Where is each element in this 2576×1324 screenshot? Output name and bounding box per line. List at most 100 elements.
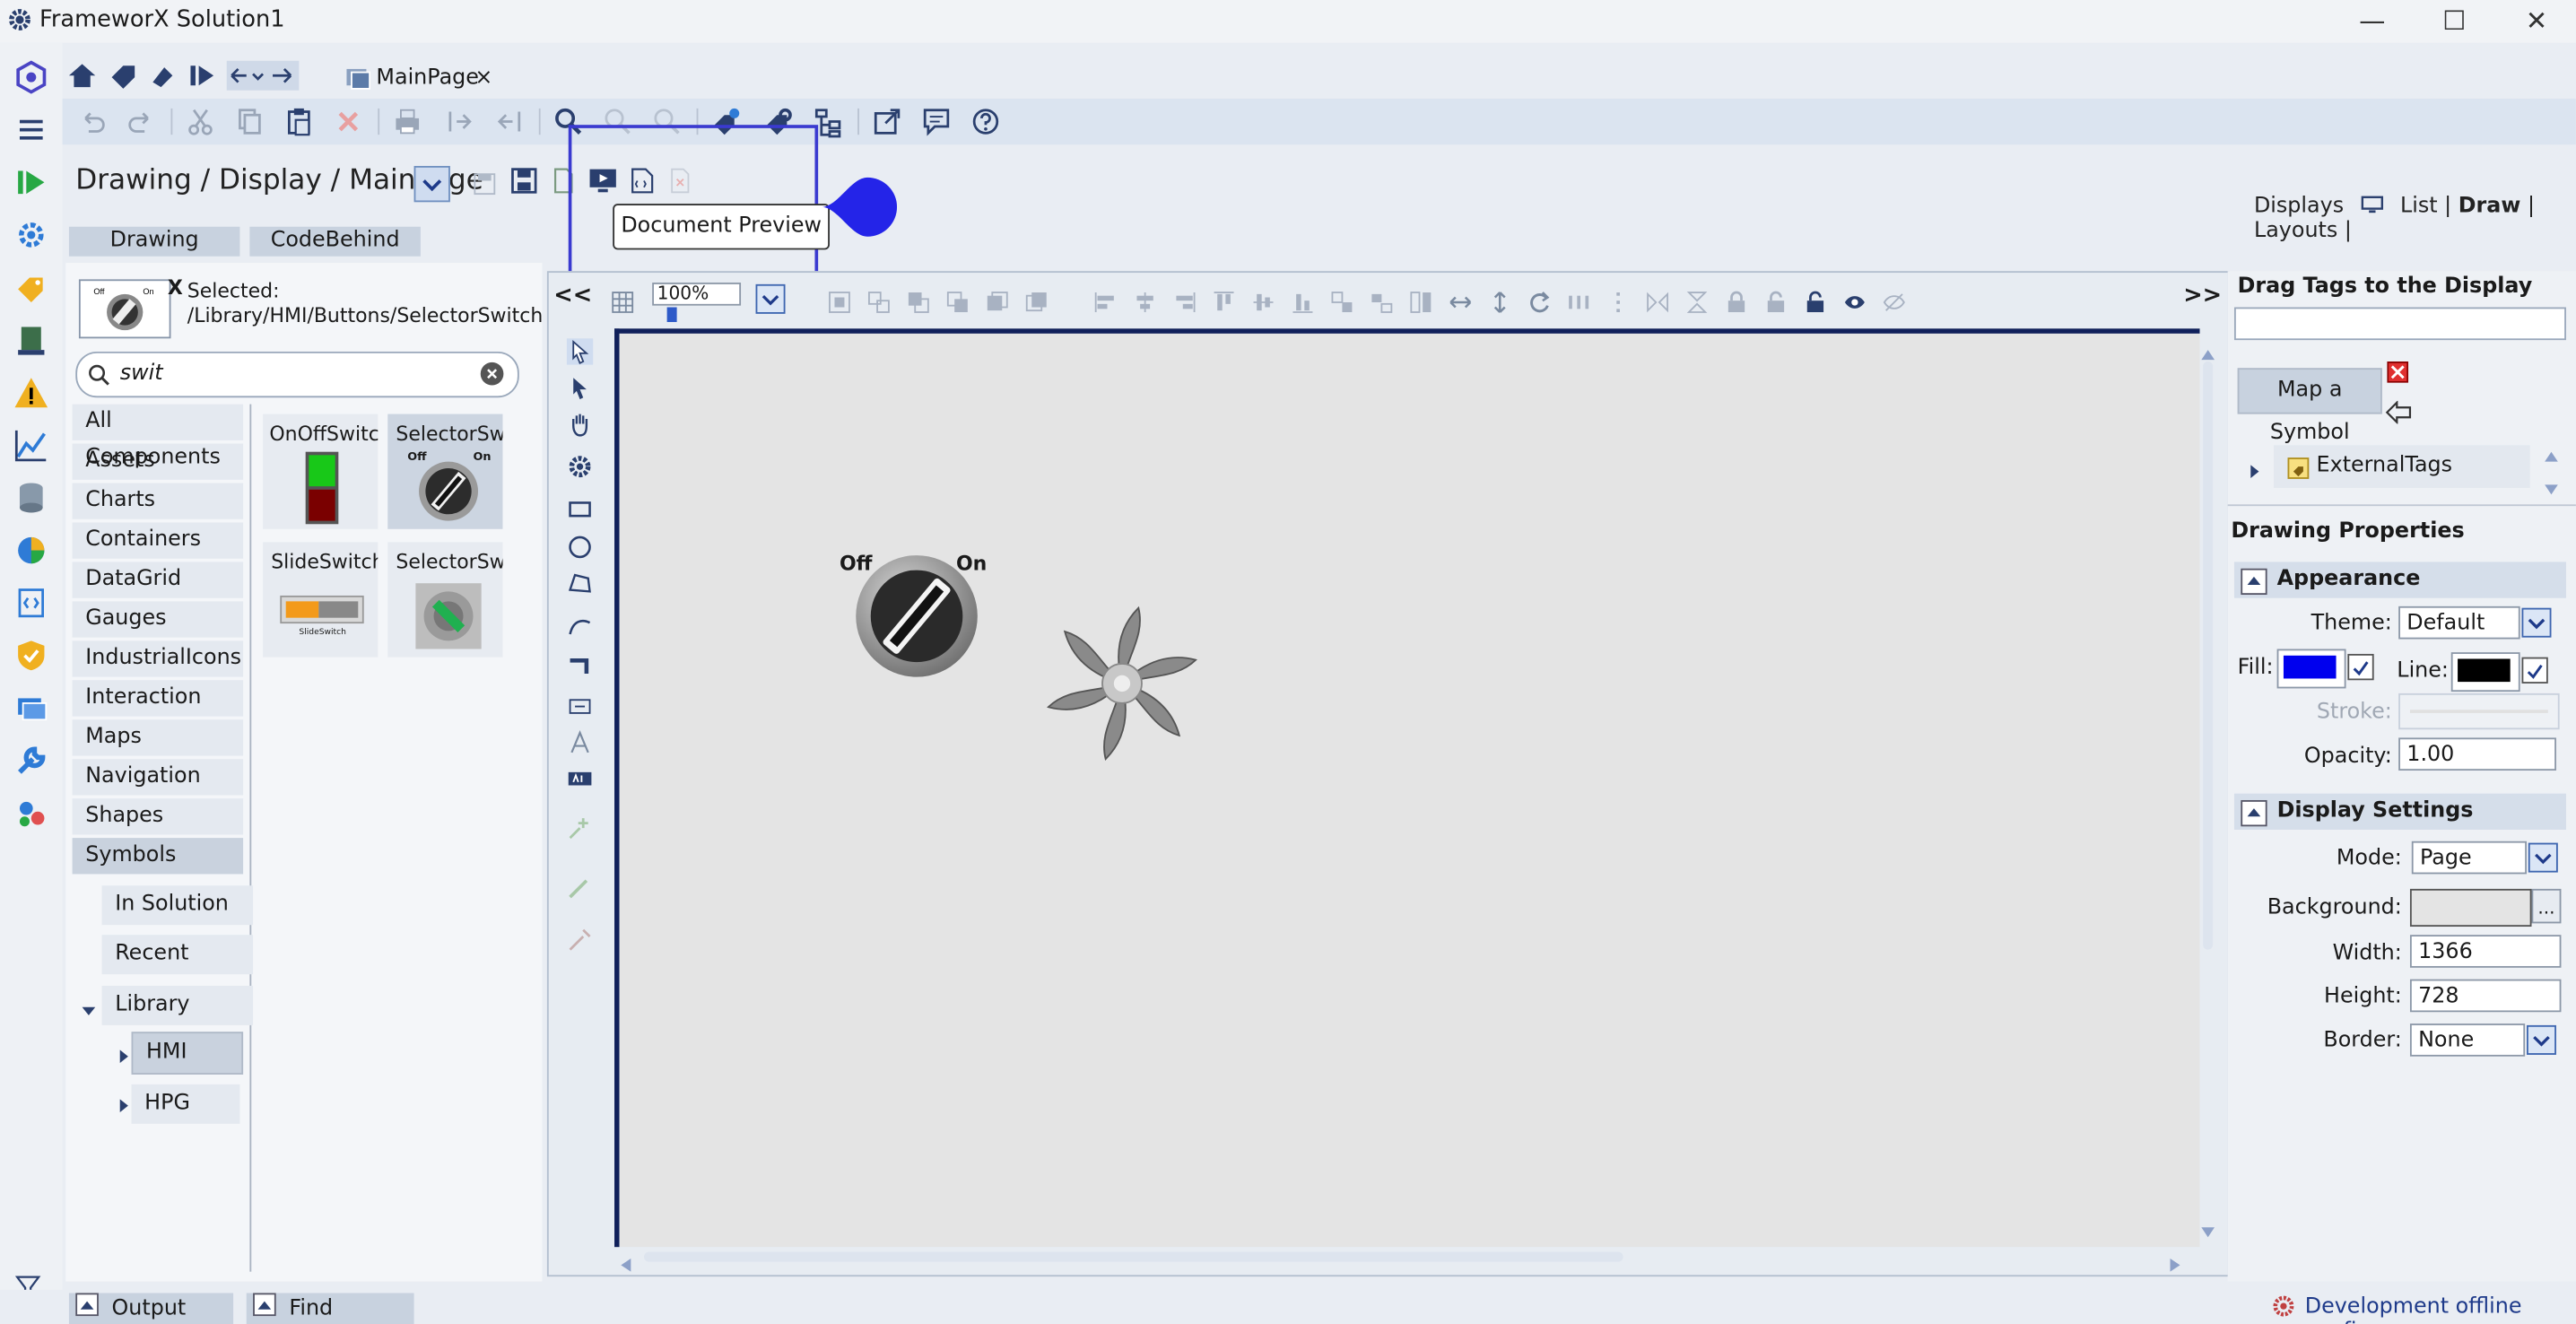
textbox-tool-icon[interactable] <box>567 693 593 719</box>
component-gear-icon[interactable] <box>567 454 593 480</box>
symbol-selectorswitch[interactable]: SelectorSw Off On <box>387 414 503 529</box>
direct-select-icon[interactable] <box>567 375 593 401</box>
reports-pie-icon[interactable] <box>13 532 49 568</box>
group-icon[interactable] <box>828 289 851 313</box>
home-icon[interactable] <box>65 63 99 89</box>
tree-scroll-down-icon[interactable] <box>2543 474 2559 495</box>
border-select[interactable]: None <box>2409 1023 2526 1057</box>
polygon-tool-icon[interactable] <box>567 571 593 597</box>
maximize-button[interactable]: ☐ <box>2422 4 2487 39</box>
doc-tab-close-button[interactable]: × <box>474 65 492 90</box>
external-tags-node[interactable]: ExternalTags <box>2273 445 2530 488</box>
export-icon[interactable] <box>492 105 526 138</box>
save-all-icon[interactable] <box>511 168 537 194</box>
chevron-right-icon[interactable] <box>115 1041 131 1064</box>
bring-forward-icon[interactable] <box>986 289 1009 312</box>
fan-symbol[interactable] <box>1043 603 1201 763</box>
remove-connection-icon[interactable] <box>567 927 593 953</box>
run-startup-icon[interactable] <box>187 63 217 89</box>
redo-icon[interactable] <box>125 105 158 138</box>
collapse-left-button[interactable]: << <box>553 283 592 309</box>
edit-connection-icon[interactable] <box>567 874 593 900</box>
align-center-icon[interactable] <box>1134 289 1157 313</box>
displays-icon[interactable] <box>13 690 49 726</box>
component-search[interactable]: swit <box>75 351 519 398</box>
tab-codebehind[interactable]: CodeBehind <box>249 226 421 257</box>
unlock-all-icon[interactable] <box>1804 289 1827 313</box>
ellipse-tool-icon[interactable] <box>567 534 593 560</box>
background-color-picker[interactable] <box>2409 888 2532 928</box>
mode-select[interactable]: Page <box>2411 841 2528 875</box>
paint-icon[interactable] <box>148 63 178 89</box>
devices-icon[interactable] <box>13 322 49 358</box>
security-shield-icon[interactable] <box>13 638 49 674</box>
displays-list-link[interactable]: List <box>2400 194 2438 218</box>
fill-checkbox[interactable] <box>2347 653 2374 681</box>
scroll-left-icon[interactable] <box>618 1249 634 1272</box>
stroke-style-select[interactable] <box>2398 692 2560 730</box>
ungroup-icon[interactable] <box>867 289 891 313</box>
tag-icon[interactable] <box>109 63 138 89</box>
library-hmi[interactable]: HMI <box>131 1032 244 1075</box>
opacity-input[interactable]: 1.00 <box>2398 737 2556 771</box>
bring-front-icon[interactable] <box>907 289 930 313</box>
appearance-section-header[interactable]: Appearance <box>2233 562 2566 598</box>
align-middle-icon[interactable] <box>1252 289 1275 312</box>
drawing-canvas[interactable]: Off On <box>614 328 2200 1248</box>
menu-icon[interactable] <box>13 112 49 148</box>
solution-cube-icon[interactable] <box>13 59 49 95</box>
category-item[interactable]: Gauges <box>72 601 244 638</box>
scroll-down-icon[interactable] <box>2200 1215 2216 1238</box>
horizontal-scrollbar[interactable] <box>643 1251 1623 1262</box>
delete-icon[interactable] <box>332 105 365 138</box>
scroll-right-icon[interactable] <box>2167 1249 2183 1272</box>
dev-config-status[interactable]: Development offline config <box>2305 1294 2576 1324</box>
doc-tab-mainpage[interactable]: MainPage <box>376 65 479 90</box>
library-hpg[interactable]: HPG <box>131 1084 240 1124</box>
width-input[interactable]: 1366 <box>2409 935 2562 968</box>
pan-hand-icon[interactable] <box>567 411 593 437</box>
zoom-input[interactable]: 100% <box>652 283 742 306</box>
label-tool-icon[interactable] <box>567 766 593 792</box>
same-width-icon[interactable] <box>1371 289 1394 313</box>
scripts-code-icon[interactable] <box>13 585 49 621</box>
align-left-icon[interactable] <box>1094 289 1118 313</box>
line-checkbox[interactable] <box>2521 657 2548 684</box>
align-right-icon[interactable] <box>1173 289 1197 313</box>
tools-wrench-icon[interactable] <box>13 743 49 779</box>
flip-vertical-icon[interactable] <box>1488 289 1511 313</box>
fill-color-picker[interactable] <box>2276 649 2346 689</box>
extensions-gears-icon[interactable] <box>13 795 49 831</box>
hide-eye-icon[interactable] <box>1883 289 1906 312</box>
collapse-toggle-icon[interactable] <box>2241 568 2267 596</box>
save-icon[interactable] <box>474 170 497 196</box>
select-pointer-icon[interactable] <box>566 338 594 365</box>
mirror-vertical-icon[interactable] <box>1685 289 1709 313</box>
copy-icon[interactable] <box>233 105 266 138</box>
import-icon[interactable] <box>444 105 477 138</box>
same-height-icon[interactable] <box>1410 289 1433 313</box>
alarm-warning-icon[interactable] <box>13 375 49 411</box>
category-item[interactable]: Shapes <box>72 798 244 835</box>
rotate-icon[interactable] <box>1527 289 1551 313</box>
theme-dropdown-icon[interactable] <box>2521 607 2552 638</box>
print-icon[interactable] <box>391 105 424 138</box>
historian-chart-icon[interactable] <box>13 427 49 463</box>
curve-tool-icon[interactable] <box>567 613 593 639</box>
category-item[interactable]: All Components <box>72 404 244 470</box>
mirror-icon[interactable] <box>1646 289 1669 313</box>
category-item[interactable]: Maps <box>72 719 244 756</box>
lock-icon[interactable] <box>1725 289 1748 313</box>
deselect-x[interactable]: X <box>168 276 183 300</box>
help-icon[interactable] <box>970 105 1003 138</box>
unlock-icon[interactable] <box>1764 289 1788 313</box>
height-input[interactable]: 728 <box>2409 979 2562 1013</box>
paste-icon[interactable] <box>283 105 316 138</box>
close-window-button[interactable]: ✕ <box>2503 4 2569 39</box>
zoom-dropdown[interactable] <box>755 283 786 314</box>
symbols-recent[interactable]: Recent <box>101 935 254 975</box>
map-symbol-button[interactable]: Map a Symbol <box>2237 368 2382 445</box>
minimize-button[interactable]: — <box>2339 4 2405 39</box>
find-results-tab[interactable]: Find Results <box>246 1293 414 1324</box>
category-item[interactable]: Charts <box>72 483 244 519</box>
